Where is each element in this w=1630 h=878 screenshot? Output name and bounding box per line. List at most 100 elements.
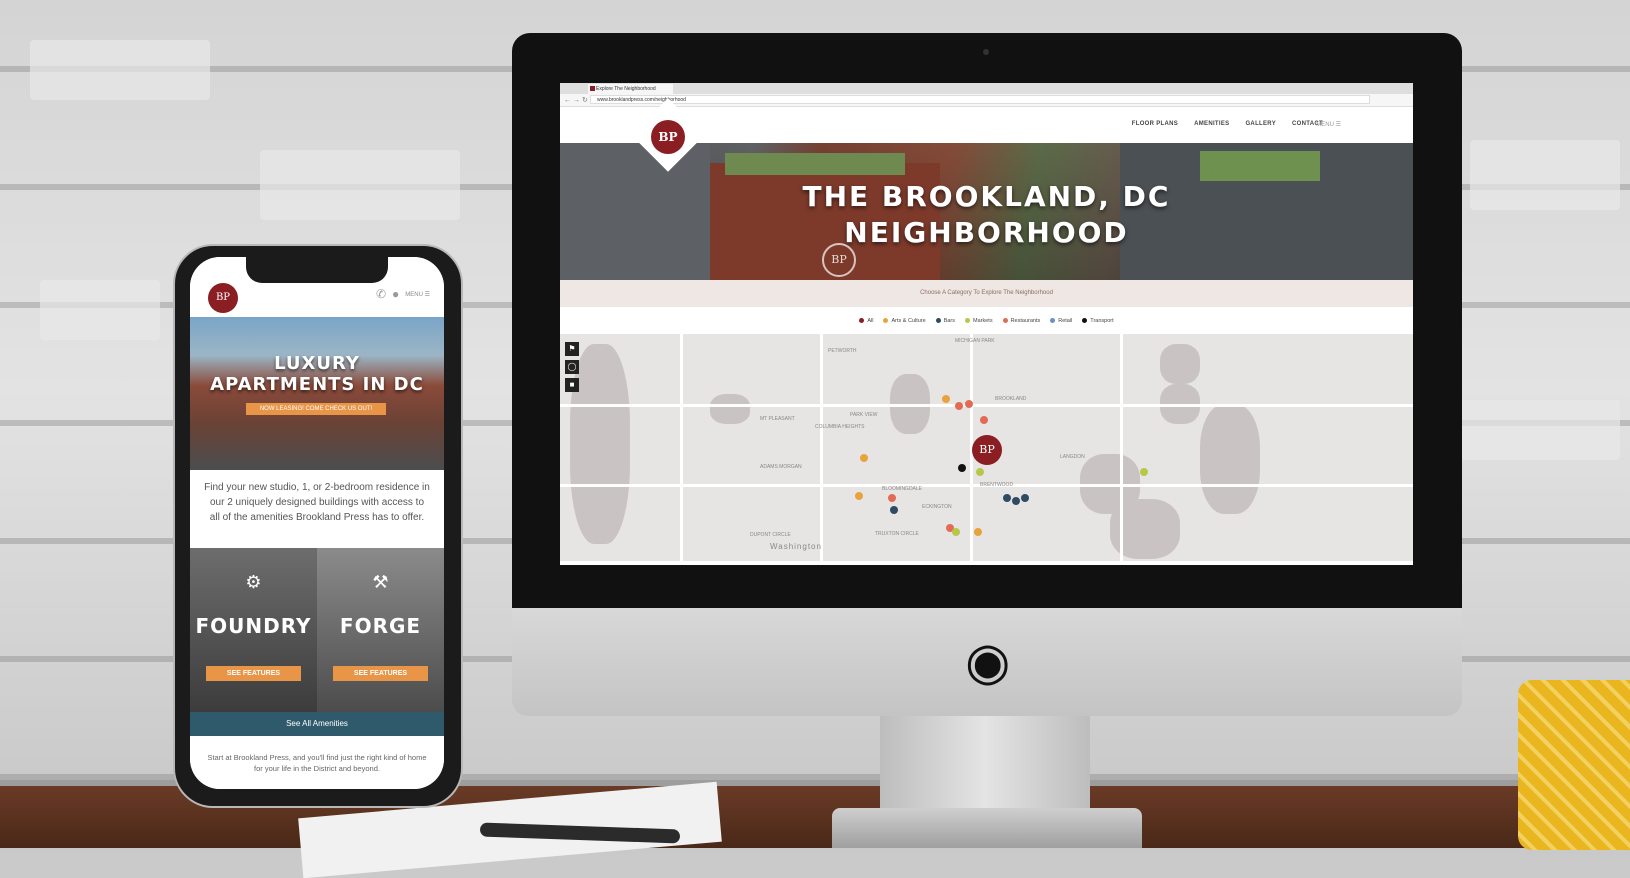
map-label: MICHIGAN PARK xyxy=(955,338,995,344)
green-roof xyxy=(725,153,905,175)
hero-banner: THE BROOKLAND, DC NEIGHBORHOOD BP xyxy=(560,143,1413,280)
map-label: DUPONT CIRCLE xyxy=(750,532,791,538)
category-filter-label: Transport xyxy=(1090,317,1114,324)
mobile-menu-label: MENU xyxy=(405,291,423,298)
map-pin[interactable] xyxy=(888,494,896,502)
bike-mode-icon[interactable]: ◯ xyxy=(565,360,579,374)
map-pin[interactable] xyxy=(1021,494,1029,502)
category-dot-icon xyxy=(965,317,971,323)
map-pin[interactable] xyxy=(952,528,960,536)
map-label: LANGDON xyxy=(1060,454,1085,460)
brookland-press-logo[interactable]: BP xyxy=(651,120,685,154)
category-filter-label: All xyxy=(867,317,874,324)
hero-title-line1: THE BROOKLAND, DC xyxy=(802,180,1171,213)
map-pin[interactable] xyxy=(860,454,868,462)
map-pin[interactable] xyxy=(1003,494,1011,502)
category-filter-all[interactable]: All xyxy=(859,318,873,324)
imac-stand xyxy=(880,716,1090,816)
forge-card: ⚒ FORGE SEE FEATURES xyxy=(317,548,444,712)
category-filter-label: Arts & Culture xyxy=(891,317,926,324)
hero-title: THE BROOKLAND, DC NEIGHBORHOOD xyxy=(560,179,1413,251)
category-dot-icon xyxy=(859,317,865,323)
category-filter-transport[interactable]: Transport xyxy=(1082,317,1114,324)
anvil-icon: ⚒ xyxy=(372,572,389,592)
mobile-logo[interactable]: BP xyxy=(208,283,238,313)
mobile-screen: BP ✆ ● MENU ☰ LUXURY APARTMENTS IN DC NO… xyxy=(190,257,444,789)
map-label: ECKINGTON xyxy=(922,504,952,510)
map-pin[interactable] xyxy=(1140,468,1148,476)
mobile-hero-title: LUXURY APARTMENTS IN DC xyxy=(190,353,444,395)
category-dot-icon xyxy=(935,317,941,323)
neighborhood-map[interactable]: ⚑ ◯ ■ PETWORTH PARK VIEW MT PLEASANT COL… xyxy=(560,334,1413,561)
map-pin[interactable] xyxy=(980,416,988,424)
category-dot-icon xyxy=(1050,317,1056,323)
road xyxy=(820,334,823,561)
category-filter-label: Retail xyxy=(1058,317,1073,324)
forge-see-features-button[interactable]: SEE FEATURES xyxy=(333,666,428,681)
desktop-screen: Explore The Neighborhood ←→↻ www.brookla… xyxy=(560,83,1413,565)
map-pin[interactable] xyxy=(965,400,973,408)
mobile-menu-button[interactable]: MENU ☰ xyxy=(405,291,430,298)
map-label: COLUMBIA HEIGHTS xyxy=(815,424,865,430)
brick xyxy=(260,150,460,220)
category-dot-icon xyxy=(1082,317,1088,323)
category-filter-arts-culture[interactable]: Arts & Culture xyxy=(883,317,926,324)
see-all-amenities-button[interactable]: See All Amenities xyxy=(190,712,444,736)
car-mode-icon[interactable]: ■ xyxy=(565,378,579,392)
map-pin[interactable] xyxy=(942,395,950,403)
nav-floor-plans[interactable]: FLOOR PLANS xyxy=(1132,121,1178,127)
foundry-card: ⚙ FOUNDRY SEE FEATURES xyxy=(190,548,317,712)
brick xyxy=(1470,140,1620,210)
road xyxy=(680,334,683,561)
nav-gallery[interactable]: GALLERY xyxy=(1245,121,1276,127)
brookland-press-map-marker[interactable]: BP xyxy=(972,435,1002,465)
map-label: BLOOMINGDALE xyxy=(882,486,923,492)
phone-icon[interactable]: ✆ xyxy=(376,287,386,301)
category-prompt: Choose A Category To Explore The Neighbo… xyxy=(560,280,1413,307)
category-dot-icon xyxy=(1002,317,1008,323)
main-nav: FLOOR PLANS AMENITIES GALLERY CONTACT xyxy=(1132,121,1323,127)
category-filter-markets[interactable]: Markets xyxy=(965,318,993,324)
category-filter-label: Bars xyxy=(943,317,956,324)
leasing-banner-button[interactable]: NOW LEASING! COME CHECK US OUT! xyxy=(246,403,386,415)
browser-tab[interactable]: Explore The Neighborhood xyxy=(588,84,673,94)
map-pin[interactable] xyxy=(855,492,863,500)
category-filter-retail[interactable]: Retail xyxy=(1050,318,1072,324)
address-bar[interactable]: www.brooklandpress.com/neighborhood xyxy=(590,95,1370,104)
camera-icon xyxy=(983,49,989,55)
nav-amenities[interactable]: AMENITIES xyxy=(1194,121,1229,127)
map-pin[interactable] xyxy=(976,468,984,476)
map-label: BRENTWOOD xyxy=(980,482,1014,488)
foundry-see-features-button[interactable]: SEE FEATURES xyxy=(206,666,301,681)
category-filter-list: All Arts & Culture Bars Markets Restaurants R… xyxy=(560,307,1413,334)
category-filter-bars[interactable]: Bars xyxy=(935,317,956,324)
road xyxy=(1120,334,1123,561)
mobile-footer-text: Start at Brookland Press, and you'll fin… xyxy=(190,736,444,789)
brick xyxy=(1460,400,1620,460)
menu-button[interactable]: MENU ☰ xyxy=(1316,121,1341,128)
back-forward-reload-icons[interactable]: ←→↻ xyxy=(564,96,590,104)
map-label: BROOKLAND xyxy=(995,396,1027,402)
location-pin-icon[interactable]: ● xyxy=(392,287,399,301)
map-pin[interactable] xyxy=(958,464,966,472)
road xyxy=(560,404,1413,407)
map-label: MT PLEASANT xyxy=(760,416,795,422)
brick xyxy=(30,40,210,100)
map-pin[interactable] xyxy=(890,506,898,514)
mobile-hero: LUXURY APARTMENTS IN DC NOW LEASING! COM… xyxy=(190,317,444,470)
gears-icon: ⚙ xyxy=(245,572,262,592)
apple-logo-icon: ◉ xyxy=(965,632,1011,692)
mobile-hero-title-line1: LUXURY xyxy=(274,353,360,374)
roof-garden xyxy=(1200,151,1320,181)
iphone-notch xyxy=(246,257,388,283)
map-pin[interactable] xyxy=(955,402,963,410)
category-filter-restaurants[interactable]: Restaurants xyxy=(1002,317,1040,324)
map-pin[interactable] xyxy=(1012,497,1020,505)
walk-mode-icon[interactable]: ⚑ xyxy=(565,342,579,356)
park-area xyxy=(710,394,750,424)
browser-tab-bar: Explore The Neighborhood xyxy=(560,83,1413,94)
map-label: PETWORTH xyxy=(828,348,857,354)
map-pin[interactable] xyxy=(974,528,982,536)
menu-label: MENU xyxy=(1316,122,1334,128)
category-filter-label: Markets xyxy=(973,317,993,324)
